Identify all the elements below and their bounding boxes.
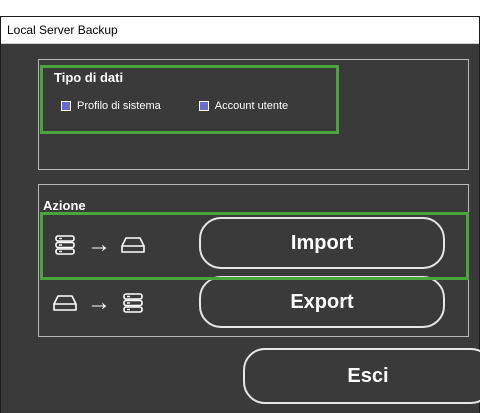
data-type-title: Tipo di dati <box>54 70 124 85</box>
export-button[interactable]: Export <box>199 276 445 328</box>
data-type-group: Tipo di dati Profilo di sistema Account … <box>38 59 469 170</box>
option-system-profile[interactable]: Profilo di sistema <box>61 100 161 112</box>
window-title: Local Server Backup <box>1 17 479 44</box>
import-flow: → <box>52 222 146 268</box>
exit-button[interactable]: Esci <box>243 348 480 404</box>
drive-icon <box>120 232 146 258</box>
server-stack-icon <box>52 232 78 258</box>
export-flow: → <box>52 280 146 326</box>
action-title: Azione <box>43 198 86 213</box>
drive-icon <box>52 290 78 316</box>
arrow-right-icon: → <box>87 231 111 258</box>
user-account-label: Account utente <box>214 100 289 112</box>
system-profile-checkbox[interactable] <box>61 101 71 111</box>
option-user-account[interactable]: Account utente <box>198 100 289 112</box>
arrow-right-icon: → <box>87 289 111 316</box>
import-button[interactable]: Import <box>199 217 445 269</box>
user-account-checkbox[interactable] <box>198 101 209 111</box>
system-profile-label: Profilo di sistema <box>77 100 161 112</box>
server-stack-icon <box>120 290 146 316</box>
